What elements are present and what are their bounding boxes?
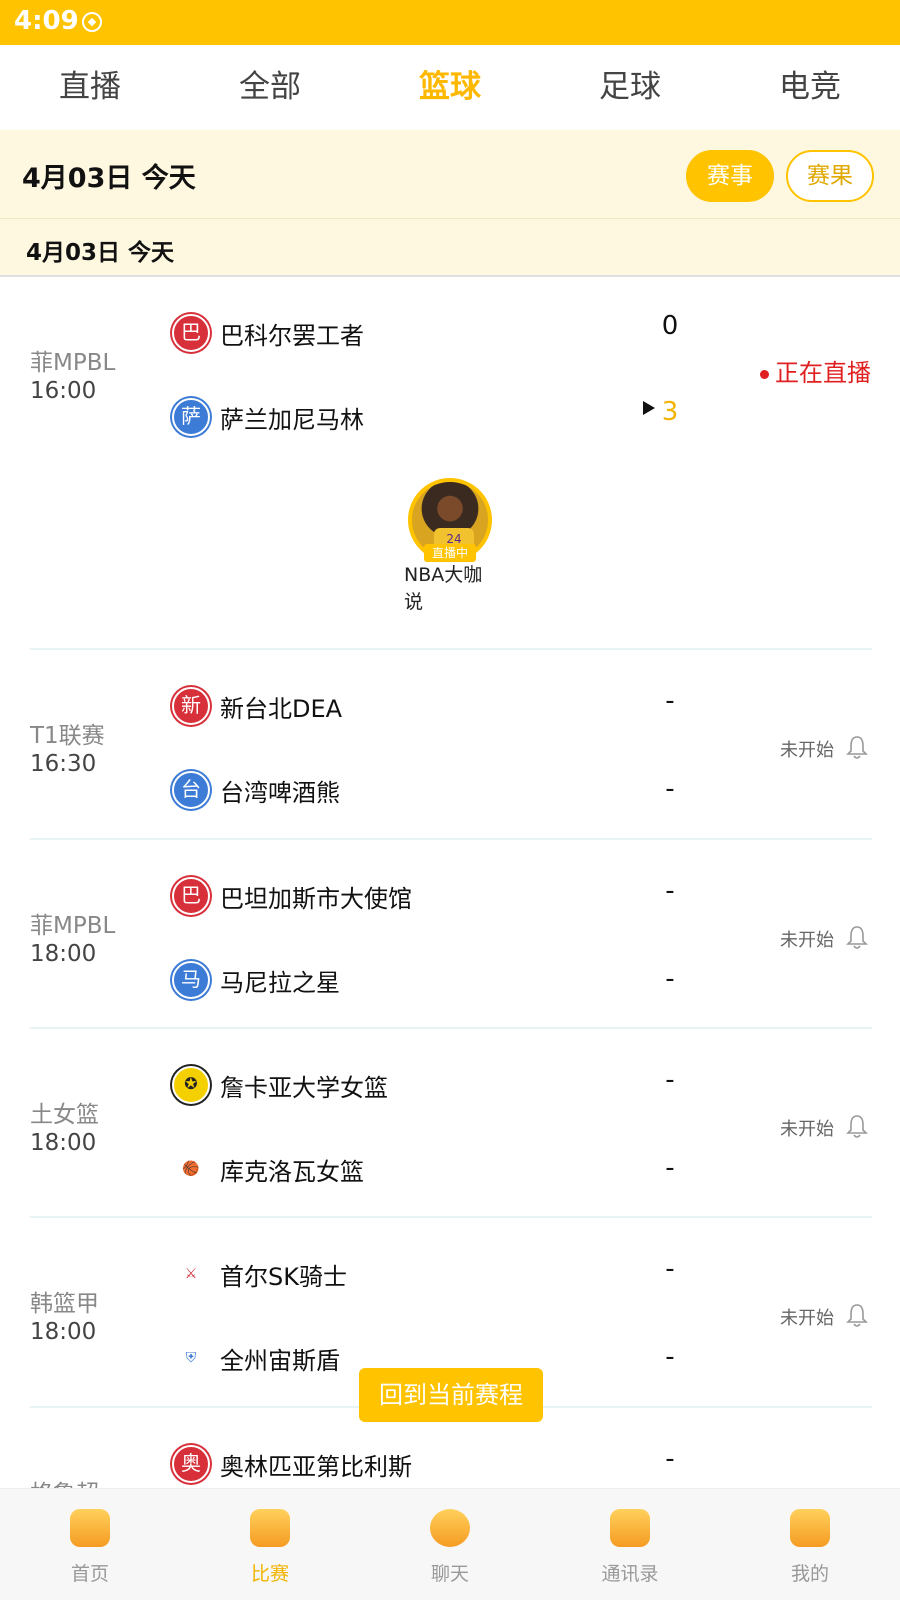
contacts-icon xyxy=(610,1509,650,1547)
nav-contacts[interactable]: 通讯录 xyxy=(540,1489,720,1600)
bottom-nav: 首页 比赛 聊天 通讯录 我的 xyxy=(0,1488,900,1600)
league-name: 菲MPBL xyxy=(30,913,116,939)
nav-home[interactable]: 首页 xyxy=(0,1489,180,1600)
team-logo-icon: ✪ xyxy=(172,1066,210,1104)
bell-icon[interactable] xyxy=(846,924,868,950)
match-icon xyxy=(250,1509,290,1547)
match-row[interactable]: 土女篮 18:00 ✪ 詹卡亚大学女篮 - 🏀 库克洛瓦女篮 - 未开始 xyxy=(0,1029,900,1218)
team-name: 萨兰加尼马林 xyxy=(220,406,364,434)
team-badge-icon: 巴 xyxy=(172,877,210,915)
back-to-current-button[interactable]: 回到当前赛程 xyxy=(359,1368,543,1422)
nav-profile[interactable]: 我的 xyxy=(720,1489,900,1600)
away-score: - xyxy=(665,774,675,804)
team-badge-icon: 萨 xyxy=(172,398,210,436)
bell-icon[interactable] xyxy=(846,1113,868,1139)
status-text: 未开始 xyxy=(780,740,834,761)
tab-live[interactable]: 直播 xyxy=(0,45,180,130)
nav-label: 通讯录 xyxy=(601,1563,659,1585)
team-logo-icon: ⛨ xyxy=(172,1339,210,1377)
league-name: 菲MPBL xyxy=(30,350,116,376)
home-icon xyxy=(70,1509,110,1547)
serve-indicator-icon xyxy=(643,401,655,415)
live-status-text: 正在直播 xyxy=(775,359,871,387)
team-name: 马尼拉之星 xyxy=(220,969,340,997)
live-status: 正在直播 xyxy=(760,353,871,388)
status-text: 未开始 xyxy=(780,1308,834,1329)
home-score: - xyxy=(665,1065,675,1095)
team-logo-icon: ⚔ xyxy=(172,1255,210,1293)
status-time: 4:09 xyxy=(14,6,79,36)
nav-match[interactable]: 比赛 xyxy=(180,1489,360,1600)
team-badge-icon: 巴 xyxy=(172,314,210,352)
nav-label: 比赛 xyxy=(250,1563,289,1585)
home-score: - xyxy=(665,1254,675,1284)
team-badge-icon: 新 xyxy=(172,687,210,725)
tab-football[interactable]: 足球 xyxy=(540,45,720,130)
date-bar: 4月03日 今天 赛事 赛果 xyxy=(0,130,900,218)
team-name: 新台北DEA xyxy=(220,695,343,723)
league-name: 格鲁超 xyxy=(30,1474,99,1488)
home-score: 0 xyxy=(661,311,679,341)
status-bar: 4:09 ◆ xyxy=(0,0,900,45)
section-date-header: 4月03日 今天 xyxy=(0,218,900,277)
results-button[interactable]: 赛果 xyxy=(786,150,874,202)
match-time: 18:00 xyxy=(30,1319,97,1345)
status-text: 未开始 xyxy=(780,1119,834,1140)
nav-label: 我的 xyxy=(790,1563,829,1585)
status-text: 未开始 xyxy=(780,930,834,951)
team-badge-icon: 台 xyxy=(172,771,210,809)
date-label[interactable]: 4月03日 今天 xyxy=(22,156,196,195)
tab-all[interactable]: 全部 xyxy=(180,45,360,130)
team-badge-icon: 奥 xyxy=(172,1445,210,1483)
live-tag: 直播中 xyxy=(424,544,476,562)
team-name: 巴坦加斯市大使馆 xyxy=(220,885,412,913)
away-score: 3 xyxy=(661,397,679,427)
tab-basketball[interactable]: 篮球 xyxy=(360,45,540,130)
schedule-button[interactable]: 赛事 xyxy=(686,150,774,202)
nav-label: 首页 xyxy=(70,1563,109,1585)
chat-icon xyxy=(430,1509,470,1547)
match-time: 16:00 xyxy=(30,378,97,404)
away-score: - xyxy=(665,1342,675,1372)
profile-icon xyxy=(790,1509,830,1547)
section-date-label: 4月03日 今天 xyxy=(26,240,175,266)
league-name: 土女篮 xyxy=(30,1102,99,1128)
team-name: 巴科尔罢工者 xyxy=(220,322,364,350)
league-name: 韩篮甲 xyxy=(30,1291,99,1317)
match-row[interactable]: 菲MPBL 18:00 巴 巴坦加斯市大使馆 - 马 马尼拉之星 - 未开始 xyxy=(0,840,900,1029)
tab-esports[interactable]: 电竞 xyxy=(720,45,900,130)
team-name: 首尔SK骑士 xyxy=(220,1263,347,1291)
team-name: 全州宙斯盾 xyxy=(220,1347,340,1375)
live-dot-icon xyxy=(760,369,769,379)
away-score: - xyxy=(665,964,675,994)
nav-chat[interactable]: 聊天 xyxy=(360,1489,540,1600)
match-time: 18:00 xyxy=(30,941,97,967)
team-logo-icon: 🏀 xyxy=(172,1150,210,1188)
bell-icon[interactable] xyxy=(846,734,868,760)
team-name: 台湾啤酒熊 xyxy=(220,779,340,807)
sport-tabs: 直播 全部 篮球 足球 电竞 xyxy=(0,45,900,130)
home-score: - xyxy=(665,686,675,716)
team-badge-icon: 马 xyxy=(172,961,210,999)
away-score: - xyxy=(665,1153,675,1183)
match-time: 16:30 xyxy=(30,751,97,777)
team-name: 奥林匹亚第比利斯 xyxy=(220,1453,412,1481)
home-score: - xyxy=(665,876,675,906)
team-name: 库克洛瓦女篮 xyxy=(220,1158,364,1186)
team-name: 詹卡亚大学女篮 xyxy=(220,1074,388,1102)
nav-label: 聊天 xyxy=(430,1563,469,1585)
match-time: 18:00 xyxy=(30,1130,97,1156)
home-score: - xyxy=(665,1444,675,1474)
league-name: T1联赛 xyxy=(30,723,105,749)
anchor-name[interactable]: NBA大咖说 xyxy=(404,562,500,616)
match-row[interactable]: T1联赛 16:30 新 新台北DEA - 台 台湾啤酒熊 - 未开始 xyxy=(0,650,900,840)
bell-icon[interactable] xyxy=(846,1302,868,1328)
shield-icon: ◆ xyxy=(82,12,102,32)
